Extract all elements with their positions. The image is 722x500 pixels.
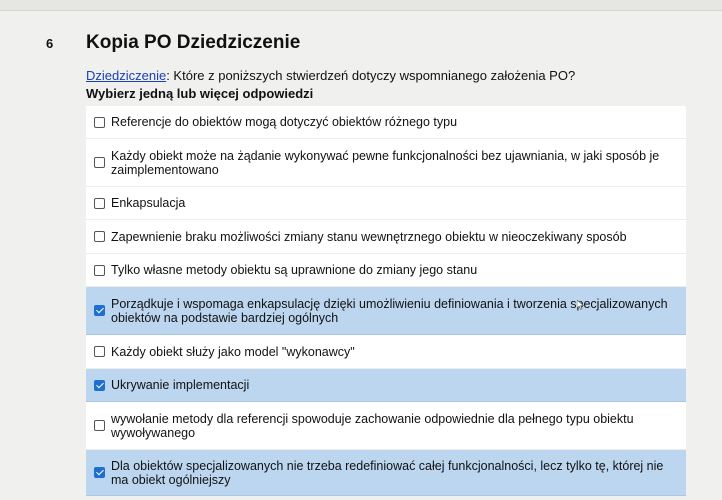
- option-label: wywołanie metody dla referencji spowoduj…: [111, 411, 634, 440]
- option-7[interactable]: Każdy obiekt służy jako model "wykonawcy…: [86, 335, 686, 369]
- option-10[interactable]: Dla obiektów specjalizowanych nie trzeba…: [86, 450, 686, 496]
- checkbox[interactable]: [94, 264, 105, 276]
- question-title: Kopia PO Dziedziczenie: [86, 32, 301, 53]
- top-bar: [0, 0, 722, 11]
- option-label: Referencje do obiektów mogą dotyczyć obi…: [111, 115, 458, 129]
- option-3[interactable]: Enkapsulacja: [86, 187, 686, 220]
- checkbox[interactable]: [94, 346, 105, 357]
- option-label: Enkapsulacja: [111, 196, 186, 210]
- question-number: 6: [46, 36, 54, 51]
- option-label: Zapewnienie braku możliwości zmiany stan…: [111, 229, 627, 244]
- checkbox[interactable]: [94, 420, 105, 431]
- option-9[interactable]: wywołanie metody dla referencji spowoduj…: [86, 402, 686, 450]
- mouse-cursor-icon: [577, 300, 585, 310]
- answer-options: Referencje do obiektów mogą dotyczyć obi…: [86, 106, 686, 496]
- option-2[interactable]: Każdy obiekt może na żądanie wykonywać p…: [86, 139, 686, 187]
- option-label: Każdy obiekt może na żądanie wykonywać p…: [111, 148, 660, 177]
- prompt-text: : Które z poniższych stwierdzeń dotyczy …: [166, 68, 576, 83]
- answer-instruction: Wybierz jedną lub więcej odpowiedzi: [86, 86, 314, 101]
- option-label: Dla obiektów specjalizowanych nie trzeba…: [111, 458, 664, 487]
- checkbox[interactable]: [94, 231, 105, 242]
- checkbox-checked[interactable]: [94, 467, 105, 478]
- option-6[interactable]: Porządkuje i wspomaga enkapsulację dzięk…: [86, 287, 686, 335]
- option-label: Porządkuje i wspomaga enkapsulację dzięk…: [111, 296, 668, 325]
- checkbox[interactable]: [94, 157, 105, 168]
- option-label: Ukrywanie implementacji: [111, 378, 250, 392]
- option-5[interactable]: Tylko własne metody obiektu są uprawnion…: [86, 254, 686, 287]
- checkbox-checked[interactable]: [94, 305, 105, 316]
- option-label: Tylko własne metody obiektu są uprawnion…: [111, 263, 478, 277]
- option-8[interactable]: Ukrywanie implementacji: [86, 369, 686, 402]
- checkbox[interactable]: [94, 197, 105, 209]
- checkbox[interactable]: [94, 116, 105, 128]
- category-link[interactable]: Dziedziczenie: [86, 68, 166, 83]
- checkbox-checked[interactable]: [94, 379, 105, 391]
- question-prompt: Dziedziczenie: Które z poniższych stwier…: [86, 68, 575, 83]
- option-4[interactable]: Zapewnienie braku możliwości zmiany stan…: [86, 220, 686, 254]
- option-label: Każdy obiekt służy jako model "wykonawcy…: [111, 344, 355, 359]
- option-1[interactable]: Referencje do obiektów mogą dotyczyć obi…: [86, 106, 686, 139]
